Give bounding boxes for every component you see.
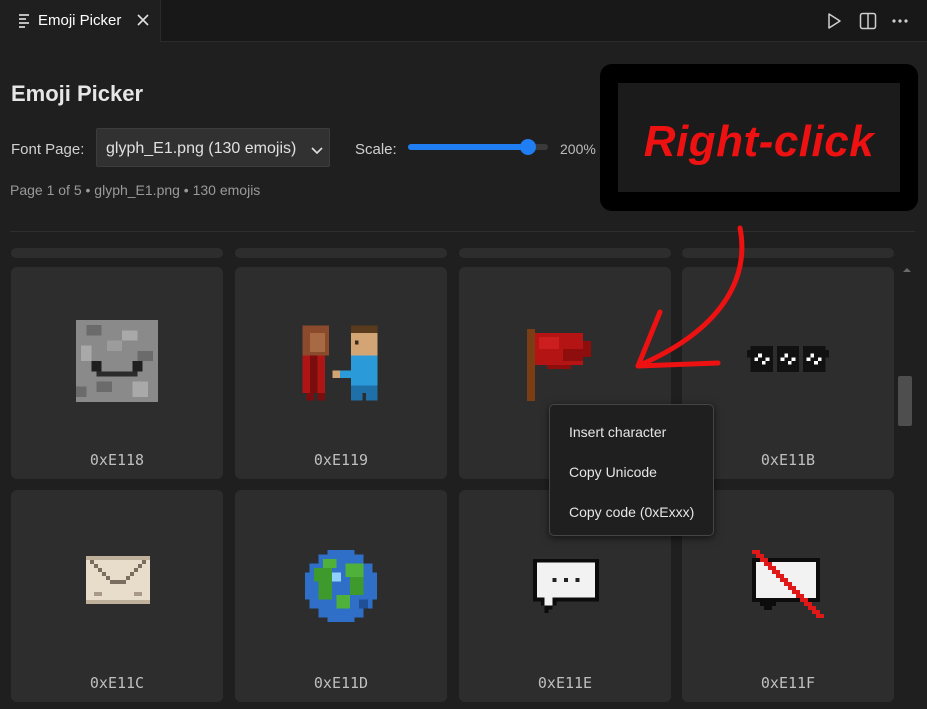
emoji-code: 0xE11C — [89, 674, 145, 692]
emoji-cell[interactable]: 0xE11D — [235, 490, 447, 702]
divider — [10, 231, 915, 232]
tab-emoji-picker[interactable]: Emoji Picker — [0, 0, 161, 42]
annotation-box: Right-click — [618, 83, 900, 192]
play-icon[interactable] — [823, 10, 845, 32]
context-menu: Insert character Copy Unicode Copy code … — [549, 404, 714, 536]
split-editor-icon[interactable] — [857, 10, 879, 32]
emoji-grid: 0xE118 0xE119 0x 0xE1 — [0, 240, 895, 709]
emoji-cell[interactable]: 0xE119 — [235, 267, 447, 479]
annotation-arrow — [635, 225, 745, 369]
slider-fill — [408, 144, 528, 150]
context-menu-copy-code[interactable]: Copy code (0xExxx) — [569, 504, 694, 520]
emoji-cell[interactable]: 0xE11C — [11, 490, 223, 702]
emoji-code: 0xE118 — [89, 451, 145, 469]
font-page-label: Font Page: — [11, 141, 85, 158]
context-menu-copy-unicode[interactable]: Copy Unicode — [569, 464, 657, 480]
stone-face-icon — [76, 320, 158, 402]
emoji-cell[interactable]: 0xE118 — [11, 267, 223, 479]
emoji-cell-partial[interactable] — [235, 248, 447, 258]
scroll-thumb[interactable] — [898, 376, 912, 426]
close-icon[interactable] — [135, 11, 151, 29]
emoji-code: 0xE11D — [313, 674, 369, 692]
globe-icon — [305, 550, 377, 622]
scroll-up-icon[interactable] — [902, 260, 912, 272]
font-page-select[interactable]: glyph_E1.png (130 emojis) — [96, 128, 330, 167]
scale-label: Scale: — [355, 141, 397, 158]
emoji-code: 0xE119 — [313, 451, 369, 469]
envelope-icon — [86, 556, 150, 604]
no-chat-icon — [752, 550, 824, 618]
annotation-callout: Right-click — [600, 64, 918, 211]
page-title: Emoji Picker — [11, 81, 144, 106]
annotation-text: Right-click — [643, 117, 875, 166]
more-actions-icon[interactable] — [889, 10, 911, 32]
font-page-value: glyph_E1.png (130 emojis) — [106, 140, 297, 157]
emoji-cell-partial[interactable] — [11, 248, 223, 258]
scale-slider[interactable] — [408, 138, 548, 158]
chevron-down-icon — [311, 143, 323, 155]
red-flag-icon — [527, 329, 591, 401]
page-info: Page 1 of 5 • glyph_E1.png • 130 emojis — [10, 182, 261, 198]
editor-tab-bar: Emoji Picker — [0, 0, 927, 42]
speech-bubble-icon — [533, 558, 599, 614]
scale-value: 200% — [560, 141, 596, 157]
scrollbar[interactable] — [895, 240, 917, 709]
two-people-icon — [302, 325, 378, 401]
emoji-code: 0xE11F — [760, 674, 816, 692]
emoji-code: 0xE11E — [537, 674, 593, 692]
tab-title: Emoji Picker — [38, 12, 122, 29]
preview-icon — [19, 14, 31, 28]
context-menu-insert-character[interactable]: Insert character — [569, 424, 666, 440]
slider-thumb[interactable] — [520, 139, 536, 155]
